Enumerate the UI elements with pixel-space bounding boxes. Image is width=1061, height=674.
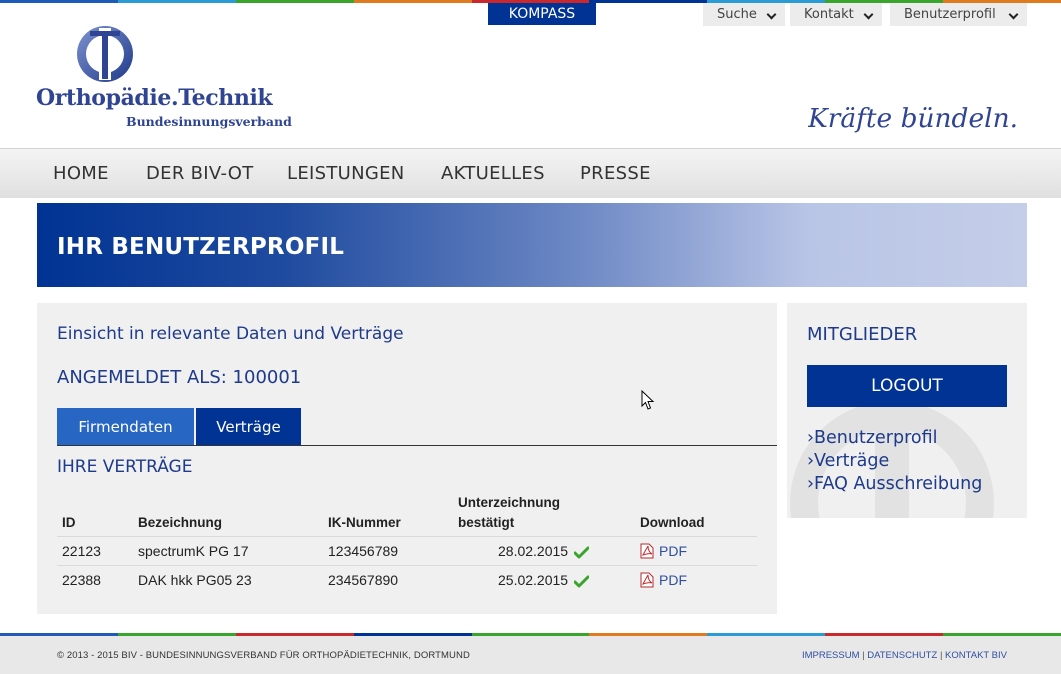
column-header-bestaetigt: bestätigt [458, 515, 515, 530]
cell-date: 28.02.2015 [498, 543, 569, 559]
content-panel: Einsicht in relevante Daten und Verträge… [37, 303, 777, 614]
cell-id: 22388 [62, 572, 101, 588]
pdf-file-icon [640, 572, 654, 588]
sidebar-title: MITGLIEDER [807, 324, 918, 345]
footer-link-impressum[interactable]: IMPRESSUM [802, 650, 860, 661]
pdf-download-link[interactable]: PDF [640, 543, 687, 559]
pdf-file-icon [640, 543, 654, 559]
section-title: IHRE VERTRÄGE [57, 457, 193, 477]
cell-bezeichnung: spectrumK PG 17 [138, 543, 249, 559]
chevron-down-icon [1008, 9, 1019, 20]
column-header-unterzeichnung: Unterzeichnung [458, 495, 561, 510]
footer-links: IMPRESSUM | DATENSCHUTZ | KONTAKT BIV [802, 650, 1007, 661]
tab-divider [57, 445, 777, 446]
cell-date: 25.02.2015 [498, 572, 569, 588]
intro-text: Einsicht in relevante Daten und Verträge [57, 324, 404, 344]
logo-mark-icon [77, 26, 133, 82]
cell-id: 22123 [62, 543, 101, 559]
nav-item-leistungen[interactable]: LEISTUNGEN [287, 163, 405, 184]
contact-menu-label: Kontakt [804, 7, 854, 22]
search-menu-label: Suche [717, 7, 757, 22]
cell-bezeichnung: DAK hkk PG05 23 [138, 572, 252, 588]
chevron-down-icon [766, 9, 777, 20]
contact-menu[interactable]: Kontakt [790, 3, 882, 26]
footer: © 2013 - 2015 BIV - BUNDESINNUNGSVERBAND… [0, 636, 1061, 674]
logout-button[interactable]: LOGOUT [807, 365, 1007, 407]
logged-in-as: ANGEMELDET ALS: 100001 [57, 367, 302, 388]
logo[interactable]: Orthopädie.Technik Bundesinnungsverband [36, 25, 296, 133]
nav-item-aktuelles[interactable]: AKTUELLES [441, 163, 545, 184]
column-header-download: Download [640, 515, 705, 530]
sidebar-link-benutzerprofil[interactable]: ›Benutzerprofil [807, 428, 937, 448]
kompass-link[interactable]: KOMPASS [488, 3, 596, 25]
tab-vertraege[interactable]: Verträge [196, 408, 301, 445]
column-header-id: ID [62, 515, 76, 530]
nav-item-presse[interactable]: PRESSE [580, 163, 651, 184]
column-header-bezeichnung: Bezeichnung [138, 515, 223, 530]
header-divider [57, 536, 757, 537]
cell-ik-nummer: 123456789 [328, 543, 399, 559]
checkmark-icon [574, 546, 589, 559]
user-profile-menu[interactable]: Benutzerprofil [890, 3, 1027, 26]
claim-slogan: Kräfte bündeln. [808, 104, 1018, 134]
main-navigation: HOME DER BIV-OT LEISTUNGEN AKTUELLES PRE… [0, 148, 1061, 198]
search-menu[interactable]: Suche [703, 3, 785, 26]
row-divider [57, 565, 757, 566]
tab-firmendaten[interactable]: Firmendaten [57, 408, 194, 445]
logo-title: Orthopädie.Technik [36, 85, 273, 111]
page-title: IHR BENUTZERPROFIL [57, 234, 345, 260]
nav-item-biv-ot[interactable]: DER BIV-OT [146, 163, 254, 184]
pdf-link-label: PDF [659, 572, 687, 588]
footer-link-datenschutz[interactable]: DATENSCHUTZ [867, 650, 937, 661]
claim-text: Kräfte bündeln. [808, 104, 1018, 134]
logo-subtitle: Bundesinnungsverband [126, 114, 292, 129]
user-profile-menu-label: Benutzerprofil [904, 7, 996, 22]
sidebar-link-vertraege[interactable]: ›Verträge [807, 451, 889, 471]
chevron-down-icon [863, 9, 874, 20]
members-sidebar: MITGLIEDER LOGOUT ›Benutzerprofil ›Vertr… [787, 303, 1027, 518]
page-banner: IHR BENUTZERPROFIL [37, 203, 1027, 287]
copyright-text: © 2013 - 2015 BIV - BUNDESINNUNGSVERBAND… [57, 650, 470, 661]
column-header-ik-nummer: IK-Nummer [328, 515, 401, 530]
mouse-cursor-icon [641, 390, 655, 410]
sidebar-link-faq-ausschreibung[interactable]: ›FAQ Ausschreibung [807, 474, 982, 494]
pdf-download-link[interactable]: PDF [640, 572, 687, 588]
nav-item-home[interactable]: HOME [53, 163, 109, 184]
pdf-link-label: PDF [659, 543, 687, 559]
cell-ik-nummer: 234567890 [328, 572, 399, 588]
footer-link-kontakt-biv[interactable]: KONTAKT BIV [945, 650, 1007, 661]
checkmark-icon [574, 575, 589, 588]
